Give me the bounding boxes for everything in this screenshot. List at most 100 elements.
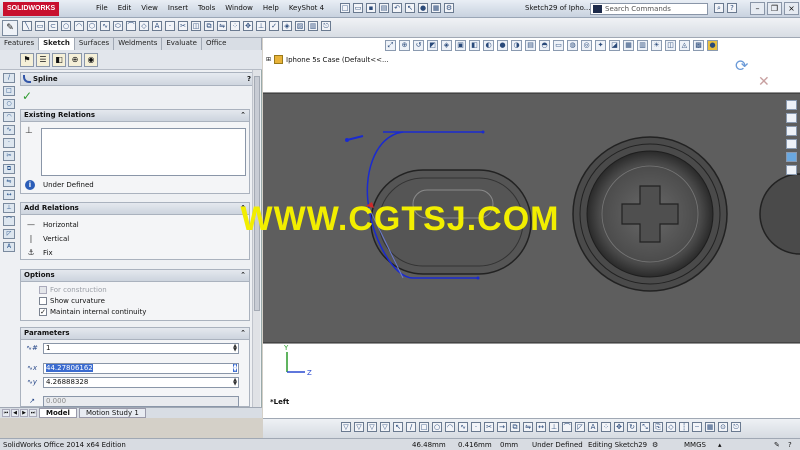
pm-help-button[interactable]: ? <box>247 73 251 85</box>
zoom-area-icon[interactable]: ⊕ <box>399 40 410 51</box>
open-icon[interactable]: ▭ <box>353 3 363 13</box>
dimxpert-icon[interactable]: ⊕ <box>68 53 82 67</box>
rebuild-icon[interactable]: ● <box>418 3 428 13</box>
expand-icon[interactable]: ⊞ <box>266 56 271 63</box>
feature-manager-icon[interactable]: ⚑ <box>20 53 34 67</box>
rebuild-status-icon[interactable]: ⚙ <box>652 441 658 449</box>
help-status-icon[interactable]: ? <box>788 441 792 449</box>
dimension-icon[interactable]: ↔ <box>536 422 546 432</box>
pointer-icon[interactable]: ↖ <box>393 422 403 432</box>
show-curvature-option[interactable]: Show curvature <box>39 297 105 305</box>
chamfer-icon[interactable]: ◸ <box>575 422 585 432</box>
circle-icon[interactable]: ○ <box>61 21 71 31</box>
tab-surfaces[interactable]: Surfaces <box>75 38 115 50</box>
mirror-icon[interactable]: ⇋ <box>523 422 533 432</box>
circle-icon[interactable]: ○ <box>432 422 442 432</box>
existing-relations-list[interactable] <box>41 128 246 176</box>
materials-icon[interactable]: ▦ <box>623 40 634 51</box>
existing-relations-header[interactable]: Existing Relations ⌃ <box>21 110 249 122</box>
first-tab-icon[interactable]: ⏮ <box>2 409 10 417</box>
options-header[interactable]: Options ⌃ <box>21 270 249 282</box>
construction-icon[interactable]: ┈ <box>692 422 702 432</box>
menu-view[interactable]: View <box>140 4 159 12</box>
task-spline-icon[interactable]: ∿ <box>3 125 15 135</box>
move-icon[interactable]: ✥ <box>243 21 253 31</box>
previous-view-icon[interactable]: ↺ <box>413 40 424 51</box>
menu-tools[interactable]: Tools <box>197 4 216 12</box>
relation-fix[interactable]: ⚓ Fix <box>25 248 52 258</box>
photoview-icon[interactable]: ☀ <box>651 40 662 51</box>
view-palette-icon[interactable] <box>786 139 797 149</box>
view-settings-icon[interactable]: ▤ <box>525 40 536 51</box>
collapse-icon[interactable]: ⌃ <box>240 270 246 281</box>
tab-evaluate[interactable]: Evaluate <box>162 38 202 50</box>
convert-icon[interactable]: ◫ <box>191 21 201 31</box>
units-dropdown-icon[interactable]: ▴ <box>718 441 722 449</box>
centerline-icon[interactable]: ┆ <box>679 422 689 432</box>
feature-tree-flyout[interactable]: ⊞ Iphone 5s Case (Default<<... <box>266 55 389 64</box>
collapse-icon[interactable]: ⌃ <box>240 110 246 121</box>
tab-weldments[interactable]: Weldments <box>114 38 163 50</box>
task-line-icon[interactable]: / <box>3 73 15 83</box>
task-offset-icon[interactable]: ⧉ <box>3 164 15 174</box>
pencil-icon[interactable]: ✎ <box>774 441 780 449</box>
collapse-icon[interactable]: ⌃ <box>240 328 246 339</box>
relations-icon[interactable]: ⊥ <box>256 21 266 31</box>
search-commands-input[interactable]: Search Commands <box>590 3 708 15</box>
select-icon[interactable]: ↖ <box>405 3 415 13</box>
offset-icon[interactable]: ⧉ <box>204 21 214 31</box>
task-trim-icon[interactable]: ✂ <box>3 151 15 161</box>
snap-icon[interactable]: ⊙ <box>718 422 728 432</box>
next-tab-icon[interactable]: ▶ <box>20 409 28 417</box>
scale-icon[interactable]: ⤡ <box>640 422 650 432</box>
show-curvature-checkbox[interactable] <box>39 297 47 305</box>
spinner-icon[interactable]: ▲ ▼ <box>233 364 237 373</box>
task-arc-icon[interactable]: ◠ <box>3 112 15 122</box>
zoom-fit-icon[interactable]: ⤢ <box>385 40 396 51</box>
menu-help[interactable]: Help <box>262 4 280 12</box>
appearance-ball-icon[interactable]: ● <box>707 40 718 51</box>
filter-icon[interactable]: ▽ <box>341 422 351 432</box>
spinner-icon[interactable]: ▲ ▼ <box>233 344 237 353</box>
copy-icon[interactable]: ⎘ <box>653 422 663 432</box>
ok-button[interactable]: ✓ <box>22 89 32 103</box>
rectangle-icon[interactable]: ▭ <box>35 21 45 31</box>
exit-sketch-icon[interactable]: ⎋ <box>321 21 331 31</box>
slot-icon[interactable]: ⊂ <box>48 21 58 31</box>
task-rect-icon[interactable]: □ <box>3 86 15 96</box>
section-view-icon[interactable]: ◩ <box>427 40 438 51</box>
custom-properties-icon[interactable] <box>786 165 797 175</box>
vertex-filter-icon[interactable]: ▽ <box>380 422 390 432</box>
ellipse-icon[interactable]: ⬭ <box>113 21 123 31</box>
pattern-icon[interactable]: ⁘ <box>230 21 240 31</box>
trim-icon[interactable]: ✂ <box>178 21 188 31</box>
save-icon[interactable]: ▪ <box>366 3 376 13</box>
line-icon[interactable]: / <box>406 422 416 432</box>
last-tab-icon[interactable]: ⏭ <box>29 409 37 417</box>
fillet-icon[interactable]: ⌒ <box>126 21 136 31</box>
file-props-icon[interactable]: ▦ <box>431 3 441 13</box>
appearances-icon[interactable] <box>786 152 797 162</box>
realview-icon[interactable]: ◓ <box>539 40 550 51</box>
confirmation-corner-cancel-icon[interactable]: ✕ <box>758 74 770 90</box>
point-icon[interactable]: · <box>165 21 175 31</box>
pattern-icon[interactable]: ⁘ <box>601 422 611 432</box>
plane-icon[interactable]: ◇ <box>139 21 149 31</box>
perspective-icon[interactable]: ◬ <box>679 40 690 51</box>
fillet-icon[interactable]: ⌒ <box>562 422 572 432</box>
trim-icon[interactable]: ✂ <box>484 422 494 432</box>
rect-icon[interactable]: □ <box>419 422 429 432</box>
design-library-icon[interactable] <box>786 113 797 123</box>
y-coordinate-field[interactable]: 4.26888328 ▲ ▼ <box>43 377 239 388</box>
print-icon[interactable]: ▤ <box>379 3 389 13</box>
solidworks-logo[interactable]: SOLIDWORKS <box>3 2 60 16</box>
edge-filter-icon[interactable]: ▽ <box>354 422 364 432</box>
spinner-icon[interactable]: ▲ ▼ <box>233 378 237 387</box>
resources-icon[interactable] <box>786 100 797 110</box>
tab-model[interactable]: Model <box>39 408 77 418</box>
maintain-continuity-option[interactable]: ✓ Maintain internal continuity <box>39 308 146 316</box>
menu-window[interactable]: Window <box>224 4 254 12</box>
maintain-continuity-checkbox[interactable]: ✓ <box>39 308 47 316</box>
spline-point-number-field[interactable]: 1 ▲ ▼ <box>43 343 239 354</box>
hide-show-icon[interactable]: ◐ <box>483 40 494 51</box>
